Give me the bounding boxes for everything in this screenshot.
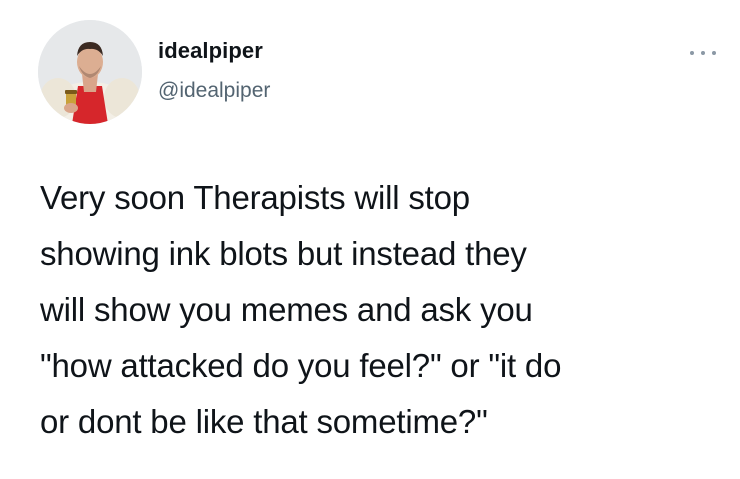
tweet-body-text: Very soon Therapists will stop showing i…	[40, 179, 562, 440]
more-dot	[701, 51, 705, 55]
author-avatar[interactable]	[38, 20, 142, 124]
tweet-card: idealpiper @idealpiper Very soon Therapi…	[0, 0, 740, 479]
more-dot	[690, 51, 694, 55]
avatar-photo-icon	[38, 20, 142, 124]
more-dot	[712, 51, 716, 55]
more-options-icon[interactable]	[690, 47, 716, 59]
author-handle[interactable]: @idealpiper	[158, 78, 270, 104]
author-display-name[interactable]: idealpiper	[158, 38, 263, 64]
